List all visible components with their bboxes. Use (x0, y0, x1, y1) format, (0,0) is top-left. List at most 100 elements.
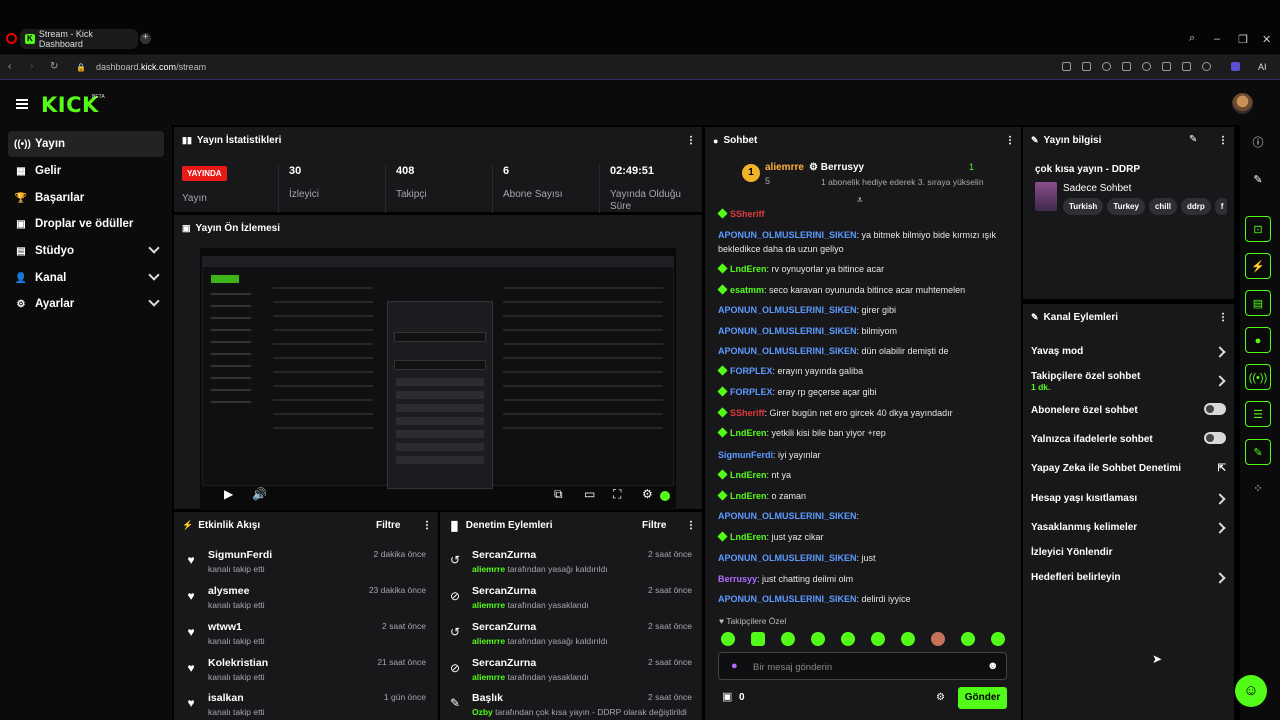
chat-username[interactable]: APONUN_OLMUSLERINI_SIKEN (718, 511, 857, 521)
maximize-button[interactable]: ❐ (1238, 33, 1248, 46)
action-ai-moderation[interactable]: Yapay Zeka ile Sohbet Denetimi ⇱ (1031, 463, 1226, 474)
share-icon[interactable] (1062, 62, 1071, 71)
activity-user[interactable]: isalkan (208, 692, 244, 704)
tag[interactable]: Turkey (1107, 198, 1145, 215)
moderation-user[interactable]: Başlık (472, 692, 503, 704)
chat-username[interactable]: APONUN_OLMUSLERINI_SIKEN (718, 346, 857, 356)
back-icon[interactable]: ‹ (8, 61, 11, 72)
more-options-icon[interactable] (1009, 135, 1011, 145)
bolt-icon[interactable]: ⚡ (1245, 253, 1271, 279)
edit-icon[interactable]: ✎ (1189, 134, 1197, 145)
category-name[interactable]: Sadece Sohbet (1063, 183, 1131, 194)
more-options-icon[interactable] (1222, 312, 1224, 322)
chat-username[interactable]: LndEren (730, 532, 767, 542)
chat-username[interactable]: Berrusyy (718, 574, 757, 584)
chat-username[interactable]: APONUN_OLMUSLERINI_SIKEN (718, 553, 857, 563)
pip-icon[interactable]: ⧉ (554, 487, 563, 502)
document-icon[interactable]: ▤ (1245, 290, 1271, 316)
chat-username[interactable]: LndEren (730, 470, 767, 480)
chat-username[interactable]: esatmm (730, 285, 764, 295)
reload-icon[interactable]: ↻ (50, 61, 58, 72)
emote-icon[interactable] (871, 632, 885, 646)
chat-icon[interactable]: ● (1245, 327, 1271, 353)
emote-icon[interactable] (721, 632, 735, 646)
close-window-button[interactable]: ✕ (1262, 33, 1271, 46)
tag[interactable]: chill (1148, 198, 1177, 215)
tag[interactable]: ddrp (1180, 198, 1211, 215)
chat-username[interactable]: APONUN_OLMUSLERINI_SIKEN (718, 305, 857, 315)
chat-username[interactable]: SSheriff (730, 408, 765, 418)
more-options-icon[interactable] (690, 520, 692, 530)
top-gifter-name[interactable]: aliemrre (765, 162, 804, 173)
chat-username[interactable]: LndEren (730, 264, 767, 274)
chat-username[interactable]: APONUN_OLMUSLERINI_SIKEN (718, 594, 857, 604)
action-goals[interactable]: Hedefleri belirleyin (1031, 572, 1226, 584)
sidebar-item-droplar[interactable]: ▣ Droplar ve ödüller (8, 211, 164, 237)
emote-icon[interactable] (841, 632, 855, 646)
activity-user[interactable]: alysmee (208, 585, 249, 597)
hamburger-menu-icon[interactable] (16, 99, 28, 109)
layout-icon[interactable]: ⊡ (1245, 216, 1271, 242)
new-tab-button[interactable]: + (140, 33, 151, 44)
chat-username[interactable]: FORPLEX (730, 387, 773, 397)
moderation-user[interactable]: SercanZurna (472, 549, 536, 561)
emote-icon[interactable] (781, 632, 795, 646)
apps-icon[interactable]: ⁘ (1245, 476, 1271, 502)
support-chat-icon[interactable]: ☺ (1235, 675, 1267, 707)
emote-icon[interactable] (811, 632, 825, 646)
more-options-icon[interactable] (426, 520, 428, 530)
more-options-icon[interactable] (690, 135, 692, 145)
heart-icon[interactable] (1142, 62, 1151, 71)
play-icon[interactable]: ▶ (224, 487, 233, 501)
extension-icon[interactable] (1231, 62, 1240, 71)
search-tabs-icon[interactable]: ⌕ (1189, 32, 1195, 45)
volume-icon[interactable]: 🔊 (252, 487, 267, 501)
chat-username[interactable]: FORPLEX (730, 366, 773, 376)
activity-user[interactable]: Kolekristian (208, 657, 268, 669)
shield-icon[interactable] (1102, 62, 1111, 71)
action-banned-words[interactable]: Yasaklanmış kelimeler (1031, 522, 1226, 534)
moderation-user[interactable]: SercanZurna (472, 657, 536, 669)
sidebar-item-yayin[interactable]: ((•)) Yayın (8, 131, 164, 157)
action-slow-mode[interactable]: Yavaş mod (1031, 346, 1226, 358)
moderation-user[interactable]: SercanZurna (472, 621, 536, 633)
chat-username[interactable]: SSheriff (730, 209, 765, 219)
chat-username[interactable]: APONUN_OLMUSLERINI_SIKEN (718, 326, 857, 336)
settings-icon[interactable]: ⚙ (642, 487, 653, 501)
kick-logo[interactable]: KICK (41, 93, 99, 117)
action-followers-only[interactable]: Takipçilere özel sohbet 1 dk. (1031, 371, 1226, 392)
chat-username[interactable]: LndEren (730, 491, 767, 501)
collapse-chevron-icon[interactable]: ⩡ (857, 195, 863, 206)
pencil-icon[interactable]: ✎ (1245, 167, 1271, 193)
action-account-age[interactable]: Hesap yaşı kısıtlaması (1031, 493, 1226, 505)
broadcast-icon[interactable]: ((•)) (1245, 364, 1271, 390)
tag[interactable]: f (1214, 198, 1227, 215)
download-icon[interactable] (1162, 62, 1171, 71)
emoji-picker-icon[interactable]: ☻ (987, 660, 999, 672)
profile-icon[interactable] (1202, 62, 1211, 71)
chat-settings-icon[interactable]: ⚙ (936, 692, 945, 703)
chat-input[interactable]: ● Bir mesaj gönderin ☻ (718, 652, 1007, 680)
emote-icon[interactable] (931, 632, 945, 646)
send-button[interactable]: Gönder (958, 687, 1007, 709)
fullscreen-icon[interactable]: ⛶ (613, 487, 621, 502)
moderation-user[interactable]: SercanZurna (472, 585, 536, 597)
activity-user[interactable]: SigmunFerdi (208, 549, 272, 561)
user-avatar[interactable] (1232, 93, 1253, 114)
gift-box-icon[interactable]: ▣ (722, 690, 732, 703)
theater-icon[interactable]: ▭ (584, 487, 595, 501)
sidebar-item-ayarlar[interactable]: ⚙ Ayarlar (8, 291, 164, 317)
chat-username[interactable]: LndEren (730, 428, 767, 438)
forward-icon[interactable]: › (30, 61, 33, 72)
opera-logo-icon[interactable] (6, 33, 17, 44)
emote-icon[interactable] (961, 632, 975, 646)
tag[interactable]: Turkish (1063, 198, 1104, 215)
camera-icon[interactable] (1082, 62, 1091, 71)
sidebar-item-gelir[interactable]: ▦ Gelir (8, 158, 164, 184)
url-field[interactable]: dashboard.kick.com/stream (96, 62, 206, 72)
stream-preview-video[interactable] (200, 248, 676, 510)
action-raid[interactable]: İzleyici Yönlendir (1031, 547, 1226, 558)
menu-icon[interactable] (1182, 62, 1191, 71)
category-thumbnail[interactable] (1035, 182, 1057, 211)
sidebar-item-studyo[interactable]: ▤ Stüdyo (8, 238, 164, 264)
